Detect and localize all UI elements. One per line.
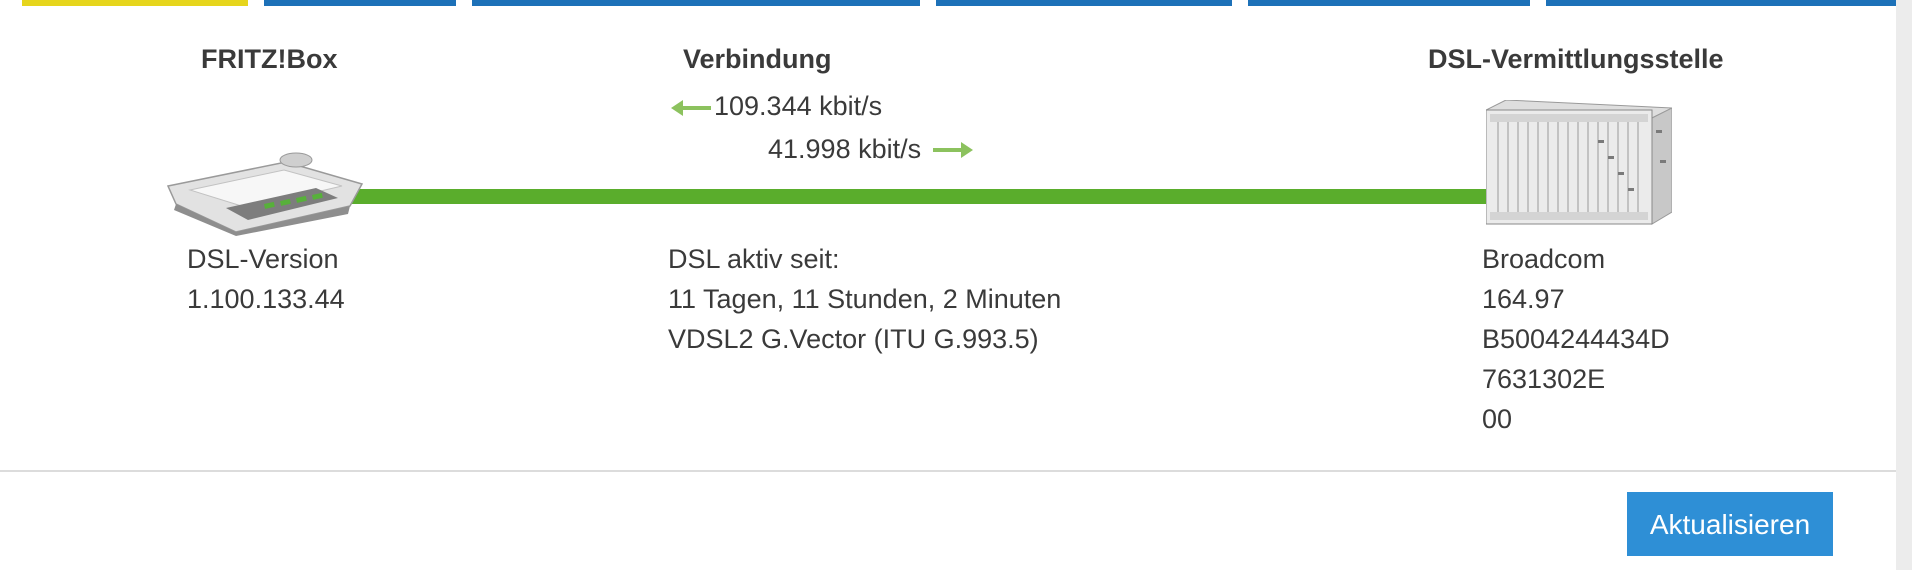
upstream-rate: 41.998 kbit/s — [768, 134, 922, 164]
dsl-active-label: DSL aktiv seit: — [668, 244, 840, 274]
dsl-active-duration: 11 Tagen, 11 Stunden, 2 Minuten — [668, 284, 1062, 314]
arrow-right-icon — [933, 142, 973, 158]
exchange-serial: 7631302E — [1482, 364, 1606, 394]
tab-active[interactable] — [22, 0, 248, 6]
refresh-button[interactable]: Aktualisieren — [1627, 492, 1833, 556]
tab[interactable] — [1248, 0, 1530, 6]
tab[interactable] — [472, 0, 920, 6]
arrow-left-icon — [671, 100, 711, 116]
fritzbox-router-icon — [166, 152, 364, 236]
dsl-version-label: DSL-Version — [187, 244, 339, 274]
connection-header: Verbindung — [683, 44, 832, 74]
tab[interactable] — [264, 0, 456, 6]
exchange-extra: 00 — [1482, 404, 1513, 434]
scrollbar[interactable] — [1896, 0, 1912, 570]
dslam-rack-icon — [1486, 100, 1672, 225]
connection-line — [330, 189, 1510, 204]
tab[interactable] — [936, 0, 1232, 6]
tab[interactable] — [1546, 0, 1896, 6]
exchange-vendor: Broadcom — [1482, 244, 1606, 274]
device-header: FRITZ!Box — [201, 44, 338, 74]
downstream-rate: 109.344 kbit/s — [714, 91, 883, 121]
exchange-header: DSL-Vermittlungsstelle — [1428, 44, 1724, 74]
dsl-version-value: 1.100.133.44 — [187, 284, 345, 314]
dsl-standard: VDSL2 G.Vector (ITU G.993.5) — [668, 324, 1039, 354]
exchange-id: B5004244434D — [1482, 324, 1670, 354]
divider — [0, 470, 1896, 472]
exchange-version: 164.97 — [1482, 284, 1565, 314]
tab-bar — [0, 0, 1912, 6]
